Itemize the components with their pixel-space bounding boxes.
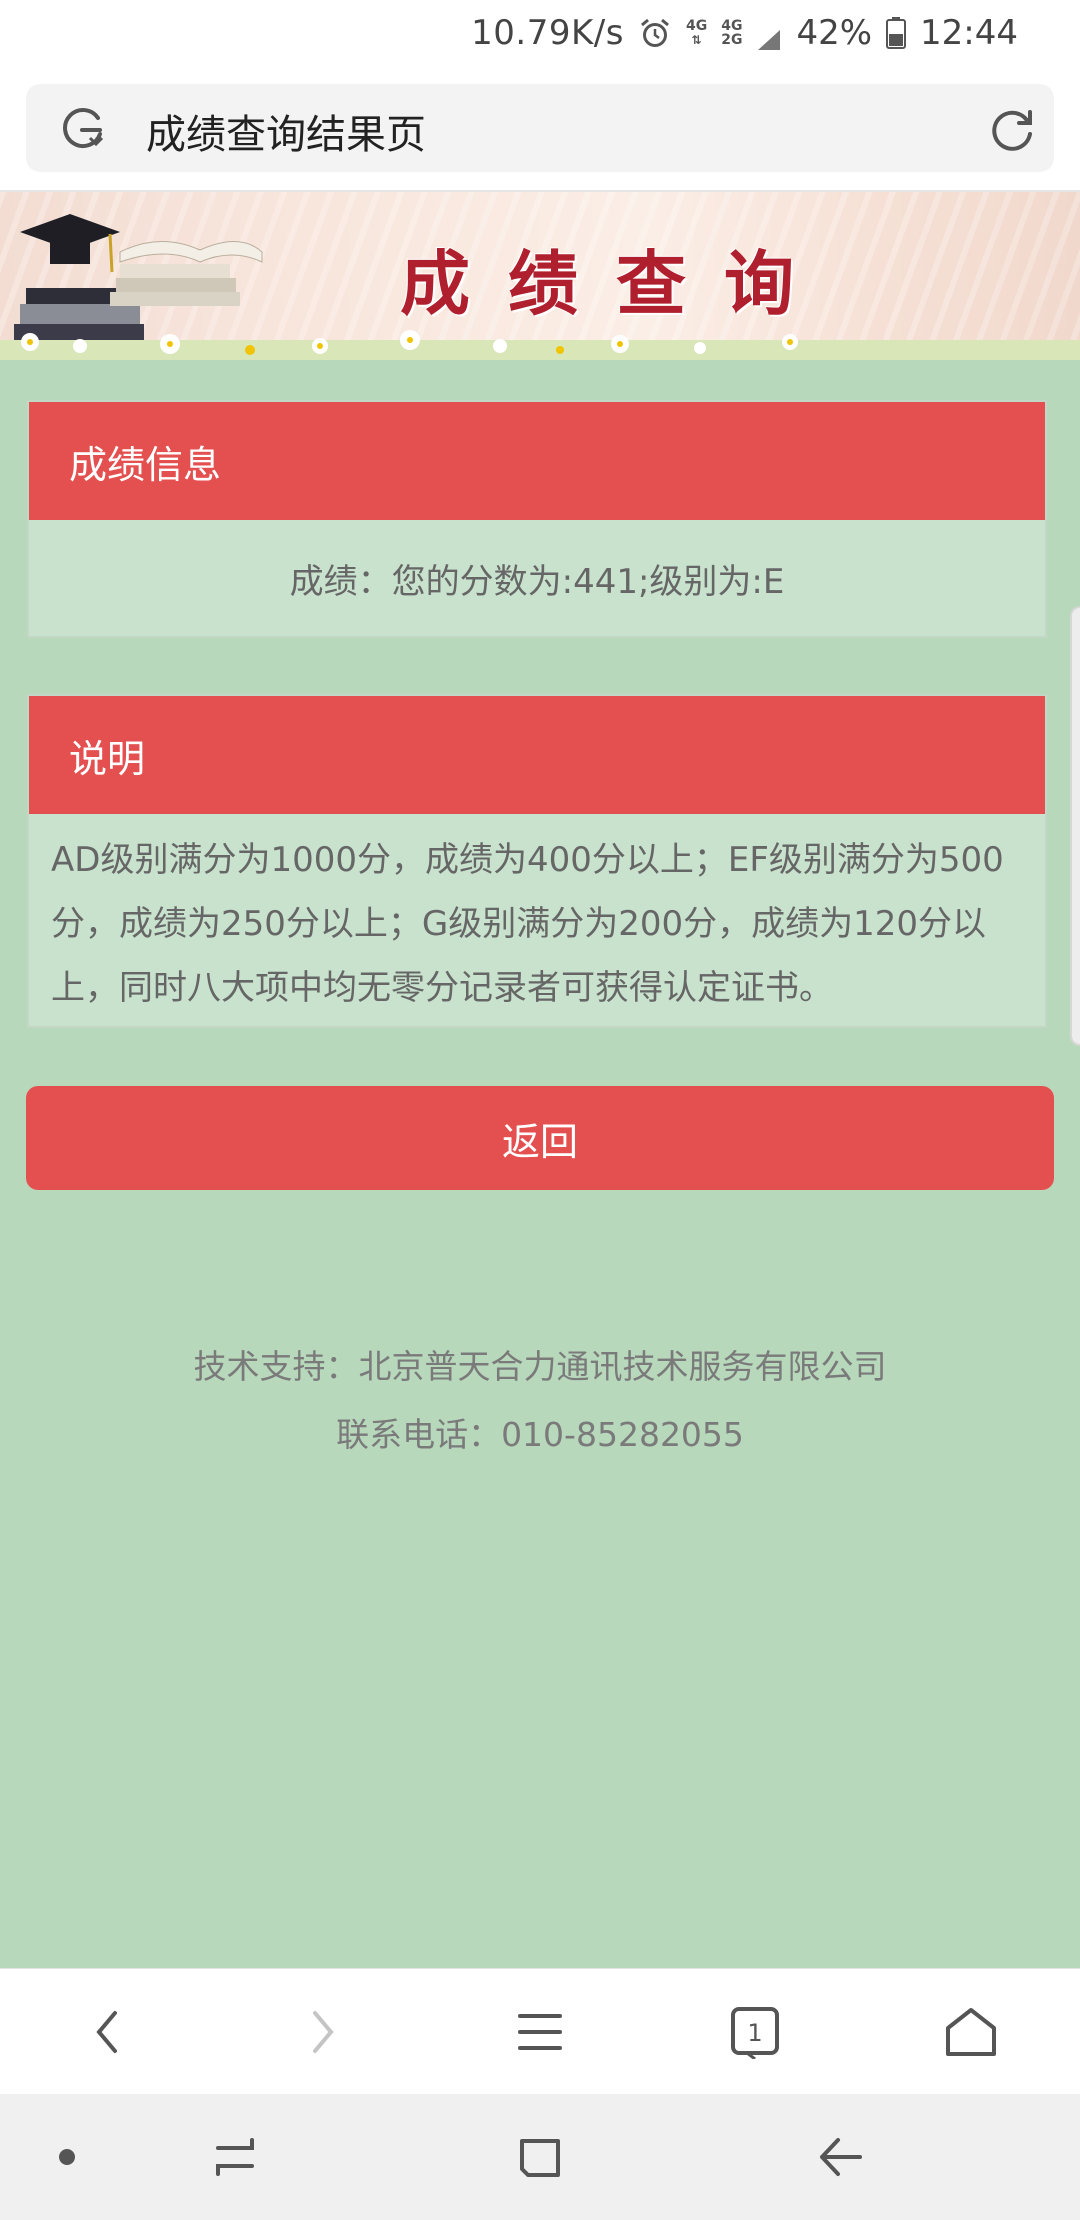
main-content: 成绩信息 成绩：您的分数为:441;级别为:E 说明 AD级别满分为1000分，… [0,360,1080,1968]
page-banner: 成绩查询 [0,192,1080,360]
network-type-icon: 4G ⇅ [685,18,708,47]
return-button[interactable]: 返回 [26,1086,1054,1190]
forward-button[interactable] [288,1997,358,2067]
tabs-icon: 1 [731,2007,779,2059]
note-text: AD级别满分为1000分，成绩为400分以上；EF级别满分为500 分，成绩为2… [29,814,1045,1020]
system-back-button[interactable] [806,2122,876,2192]
alarm-icon [638,16,672,50]
home-icon [946,2008,996,2056]
system-home-button[interactable] [505,2122,575,2192]
menu-icon [518,2014,562,2050]
address-title[interactable]: 成绩查询结果页 [146,102,426,160]
browser-address-area: 成绩查询结果页 [0,66,1080,192]
banner-title: 成绩查询 [400,242,832,325]
back-icon [96,2011,117,2053]
note-line: 上，同时八大项中均无零分记录者可获得认定证书。 [51,968,833,1008]
support-text: 技术支持：北京普天合力通讯技术服务有限公司 [193,1347,887,1386]
forward-icon [313,2011,334,2053]
nav-dot-button[interactable] [32,2122,102,2192]
menu-button[interactable] [505,1997,575,2067]
phone-text: 联系电话：010-85282055 [336,1415,744,1454]
address-bar[interactable]: 成绩查询结果页 [26,84,1054,172]
score-panel: 成绩信息 成绩：您的分数为:441;级别为:E [27,400,1047,638]
note-panel-header: 说明 [29,696,1045,814]
score-panel-header: 成绩信息 [29,402,1045,520]
network-label-1: 4G [685,18,708,34]
network-type-icon-2: 4G 2G [721,19,742,47]
score-result-text: 成绩：您的分数为:441;级别为:E [289,561,785,602]
signal-icon [756,21,782,50]
browser-logo-icon[interactable] [60,106,106,152]
reload-icon[interactable] [990,106,1036,152]
note-line: AD级别满分为1000分，成绩为400分以上；EF级别满分为500 [51,840,1004,880]
recent-apps-icon [216,2138,254,2176]
back-button[interactable] [72,1997,142,2067]
browser-toolbar: 1 [0,1968,1080,2094]
net-speed: 10.79K/s [471,13,624,53]
nav-back-icon [820,2138,862,2176]
network-label-2: 4G [721,18,743,34]
clock: 12:44 [920,13,1018,53]
note-panel: 说明 AD级别满分为1000分，成绩为400分以上；EF级别满分为500 分，成… [27,694,1047,1028]
recent-apps-button[interactable] [200,2122,270,2192]
home-square-icon [520,2139,560,2177]
battery-icon [886,17,907,49]
dot-icon [59,2149,75,2165]
network-label-3: 2G [721,32,743,48]
tabs-button[interactable]: 1 [720,1997,790,2067]
tab-count: 1 [747,2019,762,2047]
note-line: 分，成绩为250分以上；G级别满分为200分，成绩为120分以 [51,904,987,944]
system-nav-bar [0,2094,1080,2220]
battery-percent: 42% [796,13,873,53]
status-bar: 10.79K/s 4G ⇅ 4G 2G 42% 12:44 [0,0,1080,66]
home-button[interactable] [936,1997,1006,2067]
screen: 10.79K/s 4G ⇅ 4G 2G 42% 12:44 成绩查询结果页 成绩… [0,0,1080,2220]
scroll-handle[interactable] [1070,606,1080,1046]
